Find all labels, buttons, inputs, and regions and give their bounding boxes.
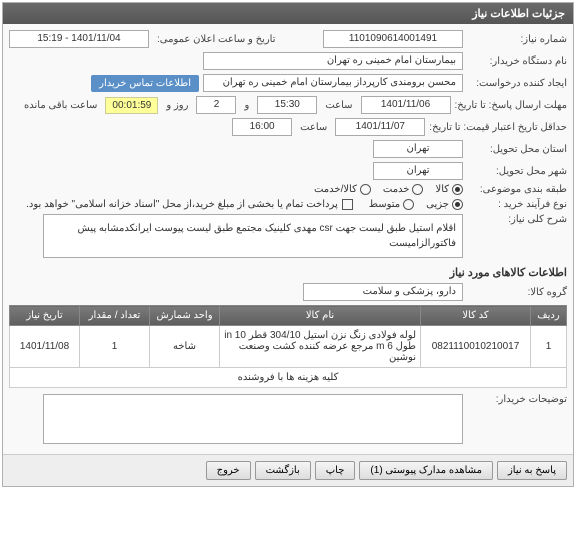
respond-button[interactable]: پاسخ به نیاز [497,461,567,480]
panel-body: شماره نیاز: 1101090614001491 تاریخ و ساع… [3,24,573,454]
radio-goods-service[interactable]: کالا/خدمت [314,184,371,195]
table-row: 1 0821110010210017 لوله فولادی زنگ نزن ا… [10,326,567,368]
deadline-date: 1401/11/06 [361,96,451,114]
goods-table: ردیف کد کالا نام کالا واحد شمارش تعداد /… [9,305,567,388]
city-value: تهران [373,162,463,180]
creator-label: ایجاد کننده درخواست: [467,78,567,89]
row-process: نوع فرآیند خرید : جزیی متوسط پرداخت تمام… [9,199,567,210]
checkbox-treasury[interactable]: پرداخت تمام یا بخشی از مبلغ خرید،از محل … [26,199,353,210]
buyer-value: بیمارستان امام خمینی ره تهران [203,52,463,70]
province-value: تهران [373,140,463,158]
row-creator: ایجاد کننده درخواست: محسن برومندی کارپرد… [9,74,567,92]
remaining-label: ساعت باقی مانده [20,100,101,111]
attachments-button[interactable]: مشاهده مدارک پیوستی (1) [359,461,493,480]
th-unit: واحد شمارش [150,306,220,326]
radio-dot-icon [412,184,423,195]
radio-goods-label: کالا [435,184,449,195]
table-footer-row: کلیه هزینه ها با فروشنده [10,368,567,388]
td-name: لوله فولادی زنگ نزن استیل 304/10 قطر in … [220,326,421,368]
radio-dot-icon [452,184,463,195]
button-bar: پاسخ به نیاز مشاهده مدارک پیوستی (1) چاپ… [3,454,573,486]
countdown: 00:01:59 [105,97,158,114]
radio-minor[interactable]: جزیی [426,199,463,210]
goods-group-label: گروه کالا: [467,287,567,298]
time-label-1: ساعت [321,100,356,111]
province-label: استان محل تحویل: [467,144,567,155]
goods-section-title: اطلاعات کالاهای مورد نیاز [9,262,567,283]
row-category: طبقه بندی موضوعی: کالا خدمت کالا/خدمت [9,184,567,195]
table-header-row: ردیف کد کالا نام کالا واحد شمارش تعداد /… [10,306,567,326]
th-row: ردیف [531,306,567,326]
process-label: نوع فرآیند خرید : [467,199,567,210]
goods-group-value: دارو، پزشکی و سلامت [303,283,463,301]
radio-medium-label: متوسط [369,199,400,210]
category-label: طبقه بندی موضوعی: [467,184,567,195]
days-value: 2 [196,96,236,114]
comments-area [43,394,463,444]
panel-title: جزئیات اطلاعات نیاز [3,3,573,24]
row-goods-group: گروه کالا: دارو، پزشکی و سلامت [9,283,567,301]
announce-label: تاریخ و ساعت اعلان عمومی: [153,34,280,45]
td-row: 1 [531,326,567,368]
and-label: و [240,100,253,111]
announce-value: 1401/11/04 - 15:19 [9,30,149,48]
th-code: کد کالا [421,306,531,326]
days-label: روز و [162,100,192,111]
print-button[interactable]: چاپ [315,461,356,480]
td-unit: شاخه [150,326,220,368]
row-buyer: نام دستگاه خریدار: بیمارستان امام خمینی … [9,52,567,70]
checkbox-treasury-label: پرداخت تمام یا بخشی از مبلغ خرید،از محل … [26,199,338,210]
deadline-time: 15:30 [257,96,317,114]
td-date: 1401/11/08 [10,326,80,368]
radio-service[interactable]: خدمت [383,184,424,195]
desc-label: شرح کلی نیاز: [467,214,567,225]
back-button[interactable]: بازگشت [255,461,311,480]
time-label-2: ساعت [296,122,331,133]
validity-date: 1401/11/07 [335,118,425,136]
row-province: استان محل تحویل: تهران [9,140,567,158]
row-comments: توضیحات خریدار: [9,394,567,444]
close-button[interactable]: خروج [206,461,251,480]
comments-label: توضیحات خریدار: [467,394,567,405]
td-code: 0821110010210017 [421,326,531,368]
validity-time: 16:00 [232,118,292,136]
need-no-label: شماره نیاز: [467,34,567,45]
radio-dot-icon [360,184,371,195]
radio-dot-icon [403,199,414,210]
info-panel: جزئیات اطلاعات نیاز شماره نیاز: 11010906… [2,2,574,487]
category-radio-group: کالا خدمت کالا/خدمت [314,184,463,195]
deadline-label: مهلت ارسال پاسخ: تا تاریخ: [455,100,567,111]
radio-minor-label: جزیی [426,199,449,210]
table-footer: کلیه هزینه ها با فروشنده [10,368,567,388]
need-no-value: 1101090614001491 [323,30,463,48]
radio-service-label: خدمت [383,184,410,195]
process-radio-group: جزیی متوسط [369,199,463,210]
radio-medium[interactable]: متوسط [369,199,414,210]
desc-value: اقلام استیل طبق لیست جهت csr مهدی کلینیک… [43,214,463,258]
creator-value: محسن برومندی کارپرداز بیمارستان امام خمی… [203,74,463,92]
radio-goods-service-label: کالا/خدمت [314,184,357,195]
row-need-no: شماره نیاز: 1101090614001491 تاریخ و ساع… [9,30,567,48]
th-name: نام کالا [220,306,421,326]
radio-goods[interactable]: کالا [435,184,463,195]
buyer-label: نام دستگاه خریدار: [467,56,567,67]
row-city: شهر محل تحویل: تهران [9,162,567,180]
th-date: تاریخ نیاز [10,306,80,326]
row-desc: شرح کلی نیاز: اقلام استیل طبق لیست جهت c… [9,214,567,258]
row-deadline: مهلت ارسال پاسخ: تا تاریخ: 1401/11/06 سا… [9,96,567,114]
button-left-group: چاپ بازگشت خروج [206,461,356,480]
city-label: شهر محل تحویل: [467,166,567,177]
radio-dot-icon [452,199,463,210]
th-qty: تعداد / مقدار [80,306,150,326]
row-validity: حداقل تاریخ اعتبار قیمت: تا تاریخ: 1401/… [9,118,567,136]
validity-label: حداقل تاریخ اعتبار قیمت: تا تاریخ: [429,122,567,133]
checkbox-icon [342,199,353,210]
contact-badge[interactable]: اطلاعات تماس خریدار [91,75,199,92]
td-qty: 1 [80,326,150,368]
